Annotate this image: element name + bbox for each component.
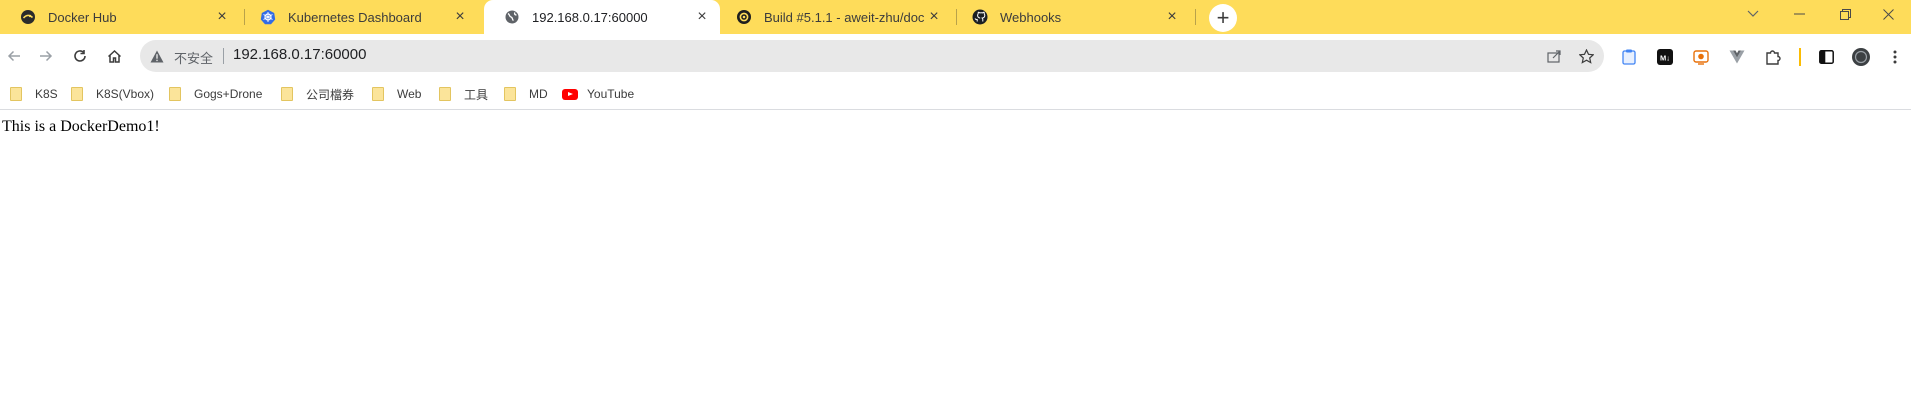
url-text[interactable]: 192.168.0.17:60000 — [233, 46, 366, 63]
globe-icon — [504, 9, 520, 25]
tab-title: 192.168.0.17:60000 — [532, 9, 648, 25]
bookmark-label: 公司檔券 — [306, 87, 355, 102]
page-content: This is a DockerDemo1! — [0, 111, 1911, 420]
tab-webhooks[interactable]: Webhooks × — [952, 0, 1190, 34]
bookmark-label: K8S(Vbox) — [96, 87, 155, 101]
close-icon[interactable]: × — [450, 7, 470, 27]
bookmark-md[interactable]: MD — [504, 85, 548, 103]
security-status-label[interactable]: 不安全 — [174, 48, 213, 67]
reload-icon[interactable] — [66, 42, 94, 70]
svg-text:M↓: M↓ — [1660, 54, 1670, 63]
tab-title: Kubernetes Dashboard — [288, 9, 422, 25]
bookmark-gogs-drone[interactable]: Gogs+Drone — [169, 85, 262, 103]
tab-title: Docker Hub — [48, 9, 117, 25]
tab-docker-hub[interactable]: Docker Hub × — [0, 0, 240, 34]
tab-active-page[interactable]: 192.168.0.17:60000 × — [484, 0, 720, 34]
extension-vue-devtools-icon[interactable] — [1728, 48, 1746, 66]
bookmark-label: Web — [397, 87, 422, 101]
close-icon[interactable]: × — [1162, 7, 1182, 27]
bookmark-youtube[interactable]: YouTube — [562, 85, 634, 103]
drone-icon — [736, 9, 752, 25]
folder-icon — [71, 87, 83, 101]
toolbar-divider — [1799, 48, 1801, 66]
youtube-icon — [562, 88, 578, 100]
folder-icon — [372, 87, 384, 101]
tab-drone-build[interactable]: Build #5.1.1 - aweit-zhu/dock × — [716, 0, 952, 34]
folder-icon — [281, 87, 293, 101]
bookmark-label: 工具 — [464, 87, 489, 102]
bookmark-k8s[interactable]: K8S — [10, 85, 58, 103]
tab-title: Webhooks — [1000, 9, 1062, 25]
bookmark-label: YouTube — [587, 87, 635, 101]
close-window-icon[interactable] — [1865, 0, 1911, 28]
not-secure-warning-icon[interactable] — [149, 48, 165, 64]
address-bar[interactable]: 不安全 192.168.0.17:60000 — [140, 40, 1604, 72]
minimize-icon[interactable] — [1776, 0, 1822, 28]
folder-icon — [439, 87, 451, 101]
kubernetes-icon — [260, 9, 276, 25]
github-icon — [972, 9, 988, 25]
bookmark-k8s-vbox[interactable]: K8S(Vbox) — [71, 85, 154, 103]
profile-avatar-icon[interactable] — [1852, 48, 1870, 66]
browser-toolbar: 不安全 192.168.0.17:60000 M↓ — [0, 34, 1911, 78]
folder-icon — [10, 87, 22, 101]
docker-hub-icon — [20, 9, 36, 25]
close-icon[interactable]: × — [924, 7, 944, 27]
tab-title: Build #5.1.1 - aweit-zhu/dock — [764, 9, 924, 25]
forward-arrow-icon[interactable] — [32, 42, 60, 70]
close-icon[interactable]: × — [692, 7, 712, 27]
page-body-text: This is a DockerDemo1! — [2, 118, 160, 135]
bookmark-web[interactable]: Web — [372, 85, 421, 103]
home-icon[interactable] — [100, 42, 128, 70]
bookmarks-bar: K8S K8S(Vbox) Gogs+Drone 公司檔券 Web 工具 MD … — [0, 78, 1911, 110]
side-panel-icon[interactable] — [1817, 48, 1835, 66]
new-tab-button[interactable]: + — [1209, 4, 1237, 32]
tab-search-chevron-icon[interactable] — [1730, 0, 1776, 28]
folder-icon — [504, 87, 516, 101]
restore-icon[interactable] — [1822, 0, 1868, 28]
bookmark-star-icon[interactable] — [1578, 48, 1594, 64]
extension-clipboard-icon[interactable] — [1620, 48, 1638, 66]
folder-icon — [169, 87, 181, 101]
extensions-puzzle-icon[interactable] — [1764, 48, 1782, 66]
address-bar-divider — [223, 48, 224, 64]
menu-kebab-icon[interactable] — [1886, 48, 1904, 66]
bookmark-tools[interactable]: 工具 — [439, 85, 488, 103]
close-icon[interactable]: × — [212, 7, 232, 27]
bookmark-company-docs[interactable]: 公司檔券 — [281, 85, 354, 103]
back-arrow-icon[interactable] — [0, 42, 28, 70]
extension-markdown-icon[interactable]: M↓ — [1656, 48, 1674, 66]
bookmark-label: Gogs+Drone — [194, 87, 263, 101]
share-icon[interactable] — [1546, 48, 1562, 64]
tab-kubernetes-dashboard[interactable]: Kubernetes Dashboard × — [240, 0, 478, 34]
bookmark-label: K8S — [35, 87, 58, 101]
tab-separator — [1195, 9, 1196, 25]
extension-screenshot-icon[interactable] — [1692, 48, 1710, 66]
bookmark-label: MD — [529, 87, 548, 101]
tab-strip: Docker Hub × Kubernetes Dashboard × 192.… — [0, 0, 1911, 34]
